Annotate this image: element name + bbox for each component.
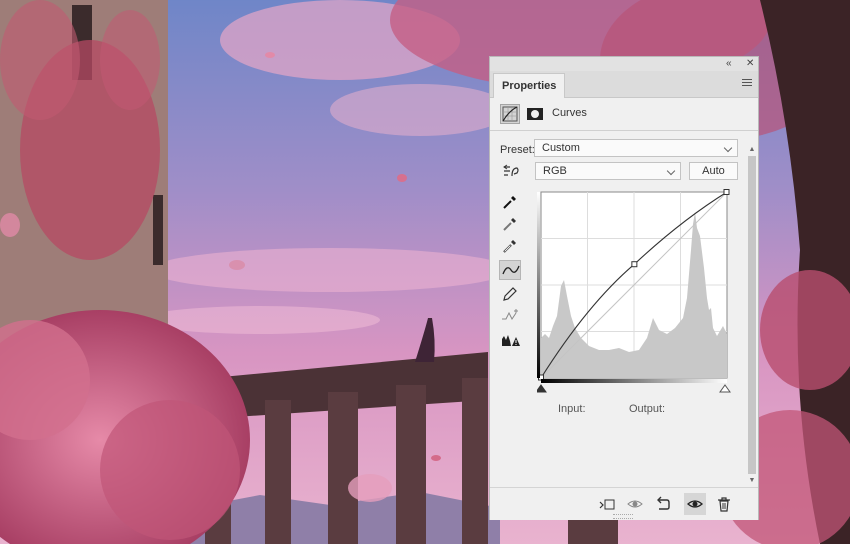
reset-adjustments-icon[interactable] xyxy=(652,493,674,515)
scroll-thumb[interactable] xyxy=(748,156,756,474)
black-point-slider xyxy=(537,384,547,393)
panel-top-strip: « ✕ xyxy=(490,57,758,71)
white-point-slider xyxy=(719,384,731,393)
input-gradient-bar xyxy=(541,379,727,383)
view-previous-state-icon[interactable] xyxy=(624,493,646,515)
edit-points-curve-icon[interactable] xyxy=(499,260,521,280)
channel-value: RGB xyxy=(543,165,567,177)
input-label: Input: xyxy=(558,403,586,415)
tab-properties[interactable]: Properties xyxy=(493,73,566,98)
collapse-panel-button[interactable]: « xyxy=(726,58,732,70)
panel-footer xyxy=(490,487,758,520)
panel-scrollbar[interactable]: ▲ ▼ xyxy=(747,146,757,484)
curves-adjustment-icon[interactable] xyxy=(500,104,520,124)
layer-mask-icon[interactable] xyxy=(525,104,545,124)
sample-white-point-icon[interactable] xyxy=(499,236,521,256)
delete-adjustment-icon[interactable] xyxy=(713,493,735,515)
scroll-down-icon[interactable]: ▼ xyxy=(747,477,757,484)
resize-grip[interactable] xyxy=(613,514,633,519)
channel-dropdown[interactable]: RGB xyxy=(535,162,681,180)
output-label: Output: xyxy=(629,403,666,415)
properties-panel: « ✕ Properties Curves Preset: Custom RGB… xyxy=(489,56,759,520)
hamburger-menu-icon[interactable] xyxy=(742,77,752,88)
preset-label: Preset: xyxy=(500,144,535,156)
divider xyxy=(490,130,758,131)
panel-tab-bar: Properties xyxy=(490,71,758,98)
curve-control-point[interactable] xyxy=(723,189,730,195)
preset-value: Custom xyxy=(542,142,580,154)
chevron-down-icon xyxy=(723,143,733,153)
toggle-visibility-icon[interactable] xyxy=(684,493,706,515)
smooth-curve-icon[interactable] xyxy=(499,306,521,326)
preset-dropdown[interactable]: Custom xyxy=(534,139,738,157)
sample-black-point-icon[interactable] xyxy=(499,192,521,212)
sample-gray-point-icon[interactable] xyxy=(499,214,521,234)
adjustment-title: Curves xyxy=(552,107,587,119)
clip-to-layer-icon[interactable] xyxy=(596,493,618,515)
close-panel-button[interactable]: ✕ xyxy=(746,58,754,70)
chevron-down-icon xyxy=(666,166,676,176)
output-gradient-bar xyxy=(537,192,540,378)
draw-pencil-icon[interactable] xyxy=(499,284,521,304)
curve-control-point[interactable] xyxy=(631,261,638,268)
on-image-adjust-icon[interactable] xyxy=(499,161,521,181)
scroll-up-icon[interactable]: ▲ xyxy=(747,146,757,153)
curves-graph[interactable] xyxy=(537,188,731,402)
clipping-warning-icon[interactable] xyxy=(499,330,521,350)
auto-button[interactable]: Auto xyxy=(689,162,738,180)
